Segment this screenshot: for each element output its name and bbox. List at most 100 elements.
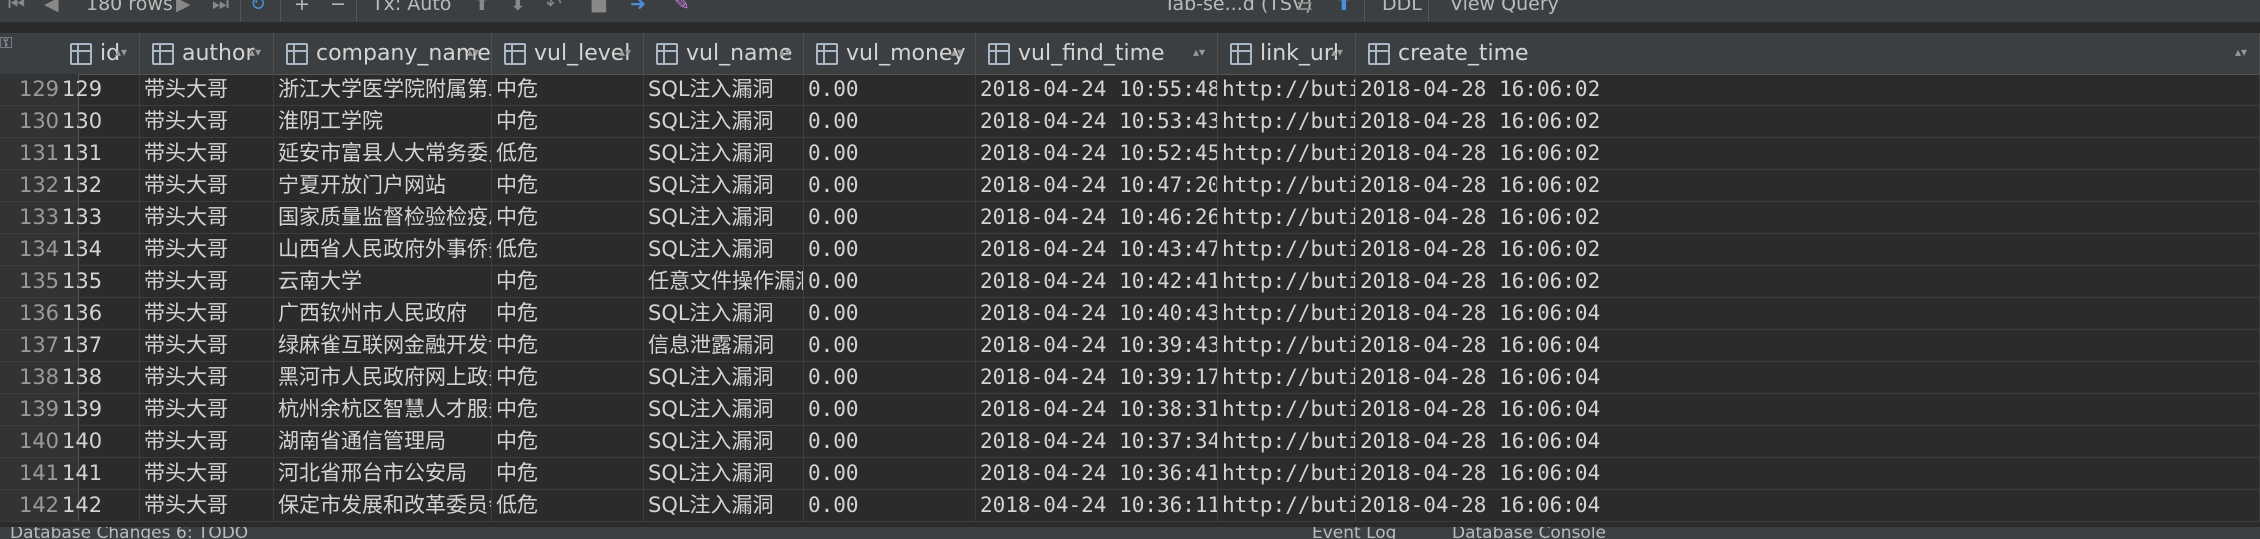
- transaction-mode-dropdown[interactable]: Tx: Auto: [372, 0, 451, 16]
- column-header-id[interactable]: id ▴▾: [58, 33, 140, 74]
- cell-vul-level[interactable]: 低危: [492, 490, 644, 521]
- cell-vul-level[interactable]: 中危: [492, 394, 644, 425]
- cell-vul-money[interactable]: 0.00: [804, 202, 976, 233]
- cell-id[interactable]: 134: [58, 234, 140, 265]
- cell-link-url[interactable]: http://butian: [1218, 330, 1356, 361]
- cell-author[interactable]: 带头大哥: [140, 74, 274, 105]
- cell-company-name[interactable]: 云南大学: [274, 266, 492, 297]
- cell-vul-name[interactable]: 任意文件操作漏洞: [644, 266, 804, 297]
- event-log-tab[interactable]: Event Log: [1312, 527, 1396, 539]
- table-row[interactable]: 141 141 带头大哥 河北省邢台市公安局 中危 SQL注入漏洞 0.00 2018-04-…: [0, 458, 2260, 490]
- cell-id[interactable]: 129: [58, 74, 140, 105]
- last-page-icon[interactable]: ⏭: [212, 0, 229, 16]
- cell-vul-find-time[interactable]: 2018-04-24 10:36:11: [976, 490, 1218, 521]
- cell-vul-find-time[interactable]: 2018-04-24 10:36:41: [976, 458, 1218, 489]
- cell-vul-find-time[interactable]: 2018-04-24 10:39:17: [976, 362, 1218, 393]
- cell-author[interactable]: 带头大哥: [140, 234, 274, 265]
- cell-vul-level[interactable]: 中危: [492, 458, 644, 489]
- cell-id[interactable]: 138: [58, 362, 140, 393]
- cell-vul-find-time[interactable]: 2018-04-24 10:37:34: [976, 426, 1218, 457]
- cell-vul-level[interactable]: 中危: [492, 74, 644, 105]
- cell-vul-find-time[interactable]: 2018-04-24 10:52:45: [976, 138, 1218, 169]
- row-count-label[interactable]: 180 rows: [86, 0, 173, 16]
- column-header-create-time[interactable]: create_time ▴▾: [1356, 33, 2260, 74]
- table-row[interactable]: 138138带头大哥黑河市人民政府网上政务服务中危SQL注入漏洞0.002018…: [0, 362, 2260, 394]
- cell-id[interactable]: 136: [58, 298, 140, 329]
- cell-company-name[interactable]: 广西钦州市人民政府: [274, 298, 492, 329]
- export-icon[interactable]: ➜: [630, 0, 646, 16]
- sort-icon[interactable]: ▴▾: [951, 45, 963, 59]
- cell-author[interactable]: 带头大哥: [140, 330, 274, 361]
- cell-create-time[interactable]: 2018-04-28 16:06:02: [1356, 106, 2260, 137]
- cell-vul-level[interactable]: 中危: [492, 426, 644, 457]
- cell-create-time[interactable]: 2018-04-28 16:06:02: [1356, 170, 2260, 201]
- cell-vul-name[interactable]: SQL注入漏洞: [644, 74, 804, 105]
- column-header-vul-level[interactable]: vul_level ▴▾: [492, 33, 644, 74]
- cell-author[interactable]: 带头大哥: [140, 202, 274, 233]
- todo-tab[interactable]: 6: TODO: [176, 527, 248, 539]
- cell-id[interactable]: 130: [58, 106, 140, 137]
- cell-link-url[interactable]: http://butian: [1218, 266, 1356, 297]
- format-dropdown[interactable]: Tab-se...d (TSV): [1164, 0, 1312, 16]
- cell-company-name[interactable]: 绿麻雀互联网金融开发专家: [274, 330, 492, 361]
- cell-link-url[interactable]: http://butian: [1218, 74, 1356, 105]
- cell-vul-money[interactable]: 0.00: [804, 394, 976, 425]
- cell-vul-name[interactable]: SQL注入漏洞: [644, 298, 804, 329]
- cell-company-name[interactable]: 湖南省通信管理局: [274, 426, 492, 457]
- cell-vul-level[interactable]: 中危: [492, 330, 644, 361]
- cell-id[interactable]: 139: [58, 394, 140, 425]
- pin-icon[interactable]: ✎: [674, 0, 690, 16]
- cell-vul-find-time[interactable]: 2018-04-24 10:46:26: [976, 202, 1218, 233]
- cell-vul-name[interactable]: SQL注入漏洞: [644, 234, 804, 265]
- cell-vul-level[interactable]: 中危: [492, 106, 644, 137]
- table-row[interactable]: 133133带头大哥国家质量监督检验检疫总局1中危SQL注入漏洞0.002018…: [0, 202, 2260, 234]
- cell-vul-money[interactable]: 0.00: [804, 170, 976, 201]
- cell-link-url[interactable]: http://butian: [1218, 490, 1356, 521]
- sort-icon[interactable]: ▴▾: [115, 45, 127, 59]
- cell-vul-money[interactable]: 0.00: [804, 138, 976, 169]
- cell-id[interactable]: 135: [58, 266, 140, 297]
- cell-create-time[interactable]: 2018-04-28 16:06:04: [1356, 298, 2260, 329]
- cell-vul-money[interactable]: 0.00: [804, 426, 976, 457]
- cell-create-time[interactable]: 2018-04-28 16:06:02: [1356, 266, 2260, 297]
- cell-id[interactable]: 141: [58, 458, 140, 489]
- cell-author[interactable]: 带头大哥: [140, 266, 274, 297]
- column-header-vul-find-time[interactable]: vul_find_time ▴▾: [976, 33, 1218, 74]
- next-page-icon[interactable]: ▶: [176, 0, 191, 16]
- cell-create-time[interactable]: 2018-04-28 16:06:02: [1356, 202, 2260, 233]
- cell-create-time[interactable]: 2018-04-28 16:06:04: [1356, 426, 2260, 457]
- cell-company-name[interactable]: 宁夏开放门户网站: [274, 170, 492, 201]
- upload-icon[interactable]: ⬆: [1336, 0, 1352, 16]
- column-header-vul-name[interactable]: vul_name ▴▾: [644, 33, 804, 74]
- cell-vul-money[interactable]: 0.00: [804, 490, 976, 521]
- settings-icon[interactable]: ☰: [1296, 0, 1313, 16]
- column-header-vul-money[interactable]: vul_money ▴▾: [804, 33, 976, 74]
- cell-id[interactable]: 131: [58, 138, 140, 169]
- column-header-author[interactable]: author ▴▾: [140, 33, 274, 74]
- cell-vul-name[interactable]: 信息泄露漏洞: [644, 330, 804, 361]
- cell-link-url[interactable]: http://butian: [1218, 298, 1356, 329]
- cell-id[interactable]: 132: [58, 170, 140, 201]
- cell-vul-name[interactable]: SQL注入漏洞: [644, 490, 804, 521]
- cell-vul-level[interactable]: 低危: [492, 138, 644, 169]
- cell-link-url[interactable]: http://butian: [1218, 426, 1356, 457]
- cell-vul-name[interactable]: SQL注入漏洞: [644, 458, 804, 489]
- table-row[interactable]: 129129带头大哥浙江大学医学院附属第二医院中危SQL注入漏洞0.002018…: [0, 74, 2260, 106]
- sort-icon[interactable]: ▴▾: [619, 45, 631, 59]
- table-row[interactable]: 137137带头大哥绿麻雀互联网金融开发专家中危信息泄露漏洞0.002018-0…: [0, 330, 2260, 362]
- cell-company-name[interactable]: 浙江大学医学院附属第二医院: [274, 74, 492, 105]
- cell-vul-find-time[interactable]: 2018-04-24 10:47:20: [976, 170, 1218, 201]
- cell-create-time[interactable]: 2018-04-28 16:06:04: [1356, 330, 2260, 361]
- table-row[interactable]: 132 132 带头大哥 宁夏开放门户网站 中危 SQL注入漏洞 0.00 2018-04-2…: [0, 170, 2260, 202]
- cell-vul-level[interactable]: 中危: [492, 298, 644, 329]
- cell-company-name[interactable]: 国家质量监督检验检疫总局1: [274, 202, 492, 233]
- cell-vul-find-time[interactable]: 2018-04-24 10:38:31: [976, 394, 1218, 425]
- cell-vul-level[interactable]: 中危: [492, 362, 644, 393]
- database-changes-tab[interactable]: Database Changes: [10, 527, 170, 539]
- cell-vul-name[interactable]: SQL注入漏洞: [644, 202, 804, 233]
- cell-vul-find-time[interactable]: 2018-04-24 10:53:43: [976, 106, 1218, 137]
- sort-icon[interactable]: ▴▾: [467, 45, 479, 59]
- revert-icon[interactable]: ↶: [546, 0, 562, 16]
- sort-icon[interactable]: ▴▾: [779, 45, 791, 59]
- prev-page-icon[interactable]: ◀: [44, 0, 59, 16]
